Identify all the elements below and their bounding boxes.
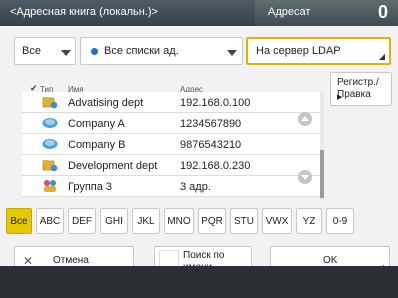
fax-icon bbox=[42, 139, 58, 149]
address-list: Advatising dept 192.168.0.100 Company A … bbox=[22, 92, 322, 200]
ok-label: OK bbox=[323, 255, 338, 266]
entry-name: Advatising dept bbox=[68, 97, 144, 109]
chevron-down-icon bbox=[227, 50, 237, 56]
register-edit-button[interactable]: Регистр./ Правка ▶ bbox=[330, 72, 392, 106]
search-label-line1: Поиск по bbox=[183, 250, 225, 261]
index-key[interactable]: VWX bbox=[262, 208, 292, 234]
recipient-label: Адресат bbox=[268, 6, 311, 18]
alphabet-index-bar: Все ABC DEF GHI JKL MNO PQR STU VWX YZ 0… bbox=[6, 208, 354, 234]
entry-name: Company A bbox=[68, 118, 125, 130]
type-filter-value: Все bbox=[22, 45, 41, 57]
list-scrollbar-thumb[interactable] bbox=[320, 150, 324, 198]
type-filter-dropdown[interactable]: Все bbox=[14, 37, 76, 65]
list-item[interactable]: Advatising dept 192.168.0.100 bbox=[22, 92, 322, 113]
folder-network-icon bbox=[42, 160, 58, 172]
chevron-down-icon bbox=[61, 50, 71, 56]
index-key[interactable]: GHI bbox=[100, 208, 128, 234]
index-key[interactable]: YZ bbox=[296, 208, 322, 234]
entry-address: 192.168.0.100 bbox=[180, 97, 251, 109]
list-item[interactable]: Company B 9876543210 bbox=[22, 134, 322, 155]
status-bar bbox=[0, 266, 398, 298]
index-key[interactable]: JKL bbox=[132, 208, 160, 234]
list-item[interactable]: Группа 3 3 адр. bbox=[22, 176, 322, 197]
chevron-right-icon: ▶ bbox=[337, 94, 343, 101]
index-key[interactable]: STU bbox=[230, 208, 258, 234]
group-icon bbox=[44, 180, 56, 192]
entry-name: Группа 3 bbox=[68, 181, 113, 193]
recipient-count: 0 bbox=[377, 2, 388, 22]
cancel-label: Отмена bbox=[53, 255, 89, 266]
folder-network-icon bbox=[42, 97, 58, 109]
list-filter-dot-icon bbox=[91, 48, 98, 55]
list-item[interactable]: Development dept 192.168.0.230 bbox=[22, 155, 322, 176]
index-key[interactable]: PQR bbox=[198, 208, 226, 234]
entry-address: 3 адр. bbox=[180, 181, 211, 193]
list-filter-value: Все списки ад. bbox=[104, 45, 179, 57]
fax-icon bbox=[42, 118, 58, 128]
index-key[interactable]: MNO bbox=[164, 208, 194, 234]
scroll-down-button[interactable] bbox=[298, 170, 312, 184]
scroll-up-button[interactable] bbox=[298, 112, 312, 126]
index-key[interactable]: DEF bbox=[68, 208, 96, 234]
entry-name: Company B bbox=[68, 139, 126, 151]
corner-arrow-icon: ◢ bbox=[378, 52, 385, 61]
page-title: <Адресная книга (локальн.)> bbox=[10, 6, 158, 18]
title-bar: <Адресная книга (локальн.)> Адресат 0 bbox=[0, 0, 398, 26]
list-filter-dropdown[interactable]: Все списки ад. bbox=[80, 37, 243, 65]
entry-address: 192.168.0.230 bbox=[180, 160, 251, 172]
entry-address: 9876543210 bbox=[180, 139, 242, 151]
register-label-line1: Регистр./ bbox=[337, 77, 379, 88]
ldap-server-button[interactable]: На сервер LDAP ◢ bbox=[246, 37, 391, 65]
index-key[interactable]: ABC bbox=[36, 208, 64, 234]
entry-name: Development dept bbox=[68, 160, 158, 172]
list-item[interactable]: Company A 1234567890 bbox=[22, 113, 322, 134]
index-key-all[interactable]: Все bbox=[6, 208, 32, 234]
entry-address: 1234567890 bbox=[180, 118, 242, 130]
ldap-button-label: На сервер LDAP bbox=[256, 45, 341, 57]
index-key[interactable]: 0-9 bbox=[326, 208, 354, 234]
